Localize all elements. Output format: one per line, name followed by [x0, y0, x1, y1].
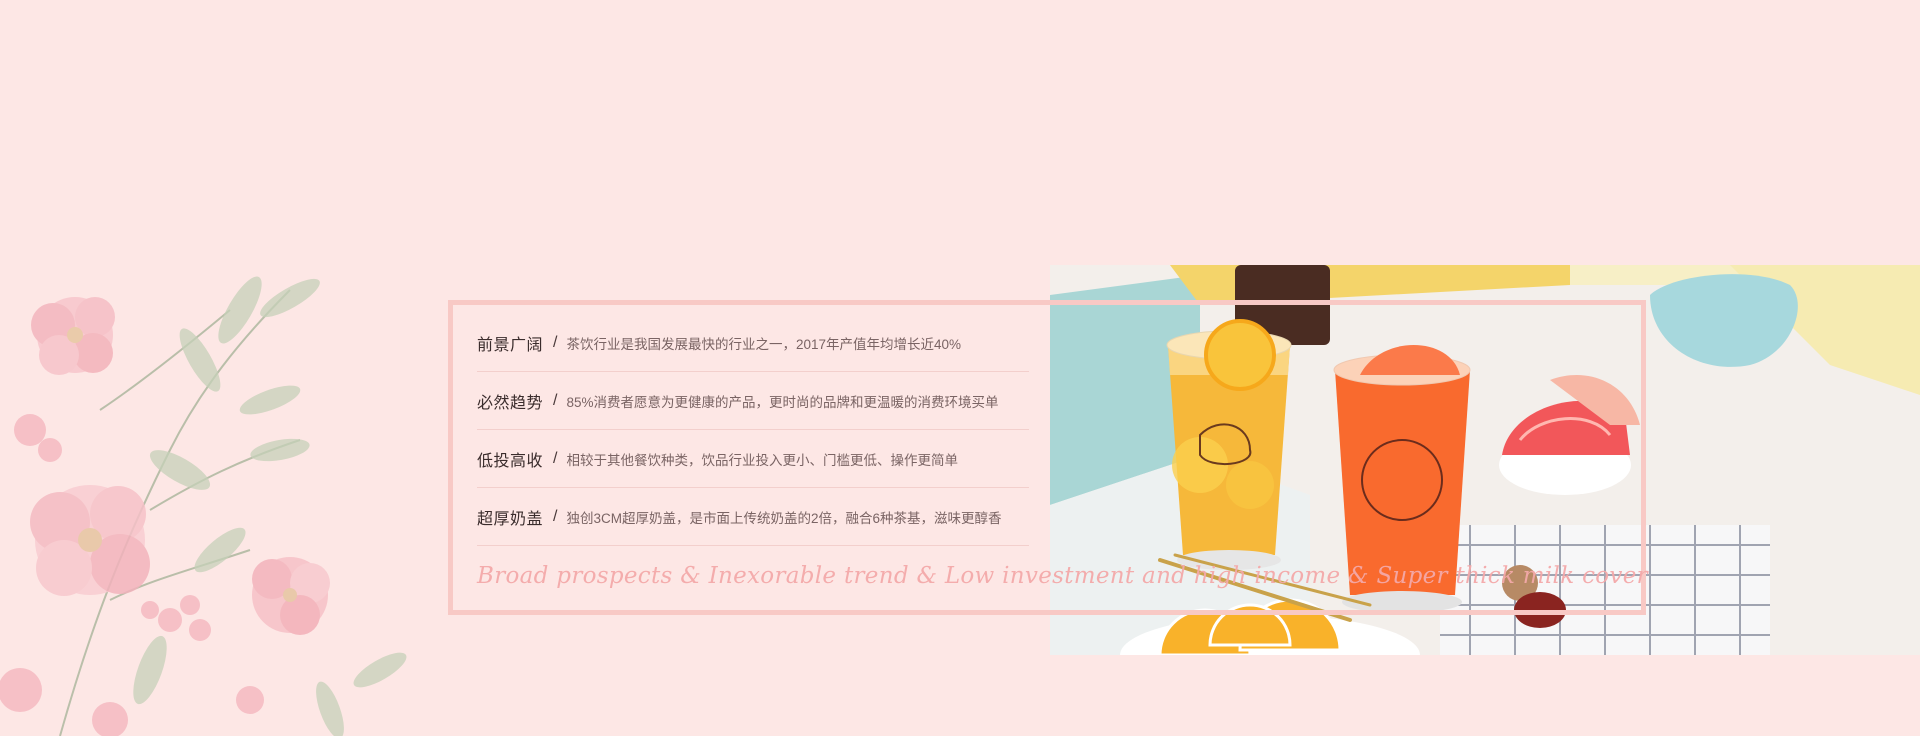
feature-description: 茶饮行业是我国发展最快的行业之一，2017年产值年均增长近40%	[566, 336, 962, 352]
feature-list: 前景广阔 / 茶饮行业是我国发展最快的行业之一，2017年产值年均增长近40% …	[477, 314, 1029, 546]
feature-separator: /	[553, 391, 558, 409]
feature-separator: /	[553, 449, 558, 467]
feature-title: 前景广阔	[477, 336, 544, 354]
feature-title: 必然趋势	[477, 394, 544, 412]
floral-decoration	[0, 276, 407, 736]
feature-title: 低投高收	[477, 452, 544, 470]
feature-row-trend: 必然趋势 / 85%消费者愿意为更健康的产品，更时尚的品牌和更温暖的消费环境买单	[477, 372, 1029, 430]
feature-row-milk-cover: 超厚奶盖 / 独创3CM超厚奶盖，是市面上传统奶盖的2倍，融合6种茶基，滋味更醇…	[477, 488, 1029, 546]
feature-row-investment: 低投高收 / 相较于其他餐饮种类，饮品行业投入更小、门槛更低、操作更简单	[477, 430, 1029, 488]
feature-row-prospects: 前景广阔 / 茶饮行业是我国发展最快的行业之一，2017年产值年均增长近40%	[477, 314, 1029, 372]
feature-description: 相较于其他餐饮种类，饮品行业投入更小、门槛更低、操作更简单	[566, 452, 958, 468]
feature-separator: /	[553, 333, 558, 351]
english-tagline: Broad prospects & Inexorable trend & Low…	[477, 563, 1648, 589]
feature-description: 85%消费者愿意为更健康的产品，更时尚的品牌和更温暖的消费环境买单	[566, 394, 999, 410]
promo-banner: 前景广阔 / 茶饮行业是我国发展最快的行业之一，2017年产值年均增长近40% …	[0, 0, 1920, 736]
feature-separator: /	[553, 507, 558, 525]
feature-title: 超厚奶盖	[477, 510, 544, 528]
feature-description: 独创3CM超厚奶盖，是市面上传统奶盖的2倍，融合6种茶基，滋味更醇香	[566, 510, 1002, 526]
